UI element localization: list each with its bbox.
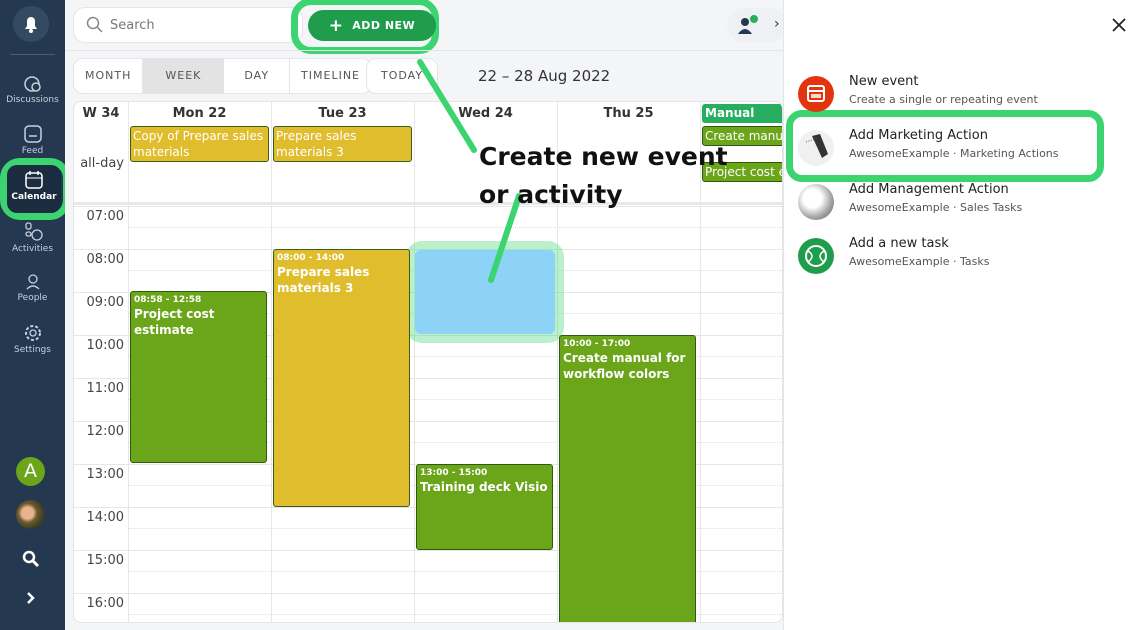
notifications-button[interactable] (13, 6, 49, 42)
allday-event[interactable]: Copy of Prepare sales materials (130, 126, 269, 162)
tab-timeline[interactable]: TIMELINE (290, 59, 371, 93)
plus-icon: + (328, 16, 344, 36)
sidebar-item-settings[interactable]: Settings (0, 323, 65, 355)
tab-week[interactable]: WEEK (143, 59, 225, 93)
calendar-event[interactable]: Manual (702, 104, 782, 123)
expand-chevron-icon[interactable] (24, 590, 38, 606)
globe-icon (798, 184, 834, 220)
today-button[interactable]: TODAY (366, 58, 438, 94)
event-time: 10:00 - 17:00 (563, 339, 631, 349)
annotation-text: Create new event or activity (479, 142, 728, 209)
day-divider (128, 102, 129, 622)
event-time: 08:00 - 14:00 (277, 253, 345, 263)
main-area: Search + ADD NEW › MONTH WEEK DAY TIMELI… (65, 0, 787, 630)
date-range: 22 – 28 Aug 2022 (478, 67, 611, 85)
day-header: Mon 22 (172, 106, 227, 121)
sidebar-item-discussions[interactable]: Discussions (0, 75, 65, 105)
sidebar-item-calendar[interactable]: Calendar (7, 165, 61, 213)
event-time: 08:58 - 12:58 (134, 294, 202, 305)
hour-label: 14:00 (86, 510, 124, 525)
discussions-icon (23, 76, 41, 92)
day-header: Thu 25 (603, 106, 654, 121)
hour-label: 15:00 (86, 553, 124, 568)
hour-label: 09:00 (86, 295, 124, 310)
allday-label: all-day (80, 156, 124, 171)
event-title: Project cost estimate (134, 306, 215, 337)
tab-day[interactable]: DAY (224, 59, 291, 93)
day-divider (271, 102, 272, 622)
sidebar-item-people[interactable]: People (0, 273, 65, 303)
menu-item-new-event[interactable]: New event Create a single or repeating ev… (798, 74, 1118, 114)
event-title: Training deck Visio (420, 480, 548, 494)
menu-item-add-marketing-action[interactable]: Add Marketing Action AwesomeExample · Mar… (798, 128, 1118, 168)
collaborators-button[interactable]: › (727, 8, 787, 42)
calendar-event[interactable]: 08:58 - 12:58 Project cost estimate (130, 290, 267, 463)
search-input[interactable]: Search (73, 7, 303, 43)
hour-label: 08:00 (86, 252, 124, 267)
calendar-icon (798, 76, 834, 112)
menu-item-add-management-action[interactable]: Add Management Action AwesomeExample · Sa… (798, 182, 1118, 222)
activities-icon (24, 222, 43, 241)
feed-icon (23, 125, 42, 143)
account-avatar[interactable]: A (16, 457, 45, 486)
user-avatar[interactable] (16, 500, 45, 529)
view-switcher: MONTH WEEK DAY TIMELINE (73, 58, 373, 94)
day-divider (414, 102, 415, 622)
hour-label: 10:00 (86, 338, 124, 353)
half-hour-line (128, 227, 782, 228)
menu-item-add-new-task[interactable]: Add a new task AwesomeExample · Tasks (798, 236, 1118, 276)
close-icon[interactable] (1112, 18, 1126, 32)
add-new-panel: New event Create a single or repeating ev… (783, 0, 1132, 630)
notebook-icon (798, 130, 834, 166)
event-title: Prepare sales materials 3 (277, 265, 370, 295)
add-new-button[interactable]: + ADD NEW (308, 10, 436, 41)
sidebar: Discussions Feed Calendar Activities Peo… (0, 0, 70, 630)
hour-label: 11:00 (86, 381, 124, 396)
tennis-ball-icon (798, 238, 834, 274)
allday-event[interactable]: Prepare sales materials 3 (273, 126, 412, 162)
day-header: Wed 24 (458, 106, 513, 121)
calendar-event[interactable]: 10:00 - 17:00 Create manual for workflow … (559, 335, 696, 622)
day-header: Tue 23 (318, 106, 367, 121)
sidebar-item-feed[interactable]: Feed (0, 124, 65, 156)
hour-label: 13:00 (86, 467, 124, 482)
search-icon[interactable] (21, 549, 41, 569)
tab-month[interactable]: MONTH (74, 59, 144, 93)
calendar-event[interactable]: 08:00 - 14:00 Prepare sales materials 3 (273, 249, 410, 507)
people-chat-icon (738, 15, 758, 34)
search-icon (86, 16, 103, 33)
event-title: Create manual for workflow colors (563, 351, 686, 381)
bell-icon (25, 17, 37, 33)
people-icon (26, 274, 39, 290)
time-selection[interactable] (415, 250, 555, 334)
hour-label: 16:00 (86, 596, 124, 611)
hour-label: 07:00 (86, 209, 124, 224)
sidebar-item-activities[interactable]: Activities (0, 222, 65, 254)
chevron-right-icon: › (774, 16, 780, 32)
calendar-event[interactable]: 13:00 - 15:00 Training deck Visio (416, 464, 553, 550)
gear-icon (24, 325, 41, 341)
hour-label: 12:00 (86, 424, 124, 439)
week-number: W 34 (82, 106, 120, 121)
calendar-icon (25, 171, 43, 189)
event-time: 13:00 - 15:00 (420, 468, 488, 478)
